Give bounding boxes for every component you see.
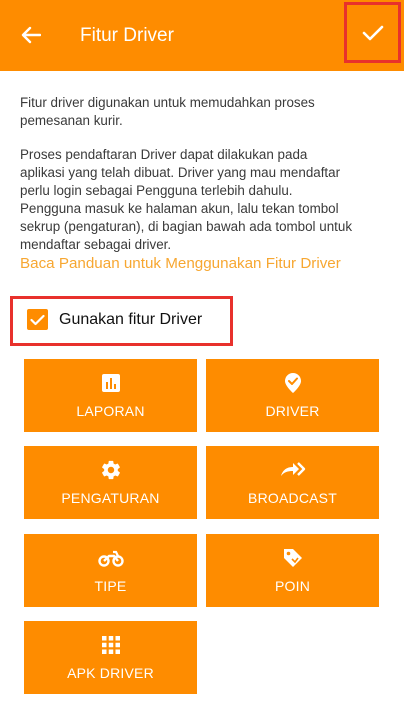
broadcast-button[interactable]: BROADCAST [206,446,379,519]
laporan-button[interactable]: LAPORAN [24,359,197,432]
tile-label: PENGATURAN [61,490,160,506]
apk-driver-button[interactable]: APK DRIVER [24,621,197,694]
pengaturan-button[interactable]: PENGATURAN [24,446,197,519]
motorcycle-icon [97,550,124,567]
poin-button[interactable]: POIN [206,534,379,607]
tile-label: POIN [274,578,311,594]
description-line: pemesanan kurir. [20,113,123,128]
tag-icon [283,549,302,567]
description-line: Proses pendaftaran Driver dapat dilakuka… [20,147,308,162]
use-driver-toggle[interactable]: Gunakan fitur Driver [27,309,202,330]
guide-link[interactable]: Baca Panduan untuk Menggunakan Fitur Dri… [20,254,341,274]
share-arrow-icon [280,462,305,476]
tile-label: APK DRIVER [67,665,154,681]
checkbox[interactable] [27,309,48,330]
description-line: sekrup (pengaturan), di bagian bawah ada… [20,219,353,234]
description-line: mendaftar sebagai driver. [20,237,172,252]
gear-icon [101,460,120,480]
description-line: Fitur driver digunakan untuk memudahkan … [20,95,315,110]
tile-label: DRIVER [265,403,320,419]
description-line: Pengguna masuk ke halaman akun, lalu tek… [20,201,339,216]
tile-label: BROADCAST [248,490,337,506]
confirm-highlight [344,2,401,63]
confirm-button[interactable] [347,5,398,60]
driver-button[interactable]: DRIVER [206,359,379,432]
description-registration: Proses pendaftaran Driver dapat dilakuka… [20,146,392,254]
checkmark-icon [30,314,45,325]
checkbox-label: Gunakan fitur Driver [59,310,203,328]
tile-label: LAPORAN [76,403,145,419]
description-line: perlu login sebagai Pengguna terlebih da… [20,183,293,198]
checkbox-highlight: Gunakan fitur Driver [10,296,233,346]
page-title: Fitur Driver [80,25,174,46]
tile-label: TIPE [94,578,127,594]
app-bar: Fitur Driver [0,0,404,71]
check-icon [362,25,383,40]
tipe-button[interactable]: TIPE [24,534,197,607]
apps-grid-icon [101,636,120,654]
arrow-back-icon [21,26,41,44]
back-button[interactable] [14,18,48,52]
description-line: aplikasi yang telah dibuat. Driver yang … [20,165,341,180]
report-chart-icon [101,374,120,392]
description-intro: Fitur driver digunakan untuk memudahkan … [20,94,392,130]
verified-badge-icon [284,373,301,393]
